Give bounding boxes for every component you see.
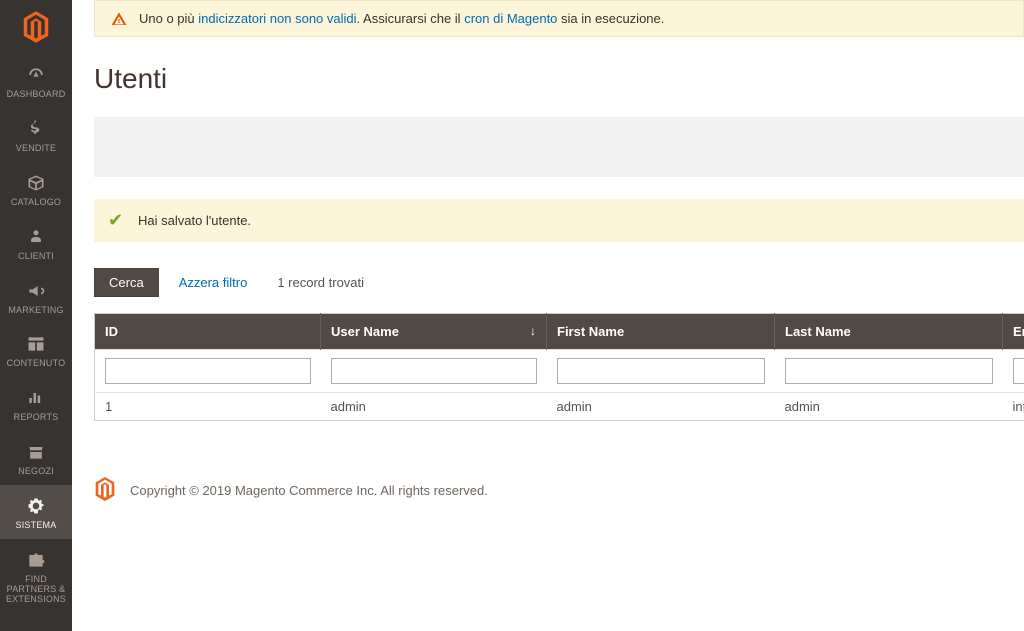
filter-firstname-input[interactable] xyxy=(557,358,765,384)
nav-label: FIND PARTNERS & EXTENSIONS xyxy=(2,575,70,605)
check-icon: ✔ xyxy=(108,211,123,229)
sort-desc-icon: ↓ xyxy=(530,324,536,338)
col-lastname[interactable]: Last Name xyxy=(775,314,1003,350)
nav-catalog[interactable]: CATALOGO xyxy=(0,162,72,216)
nav-label: CLIENTI xyxy=(18,252,54,262)
nav-reports[interactable]: REPORTS xyxy=(0,377,72,431)
col-label: User Name xyxy=(331,324,399,339)
alert-link-indexers[interactable]: indicizzatori non sono validi xyxy=(198,11,356,26)
grid-controls: Cerca Azzera filtro 1 record trovati xyxy=(94,268,1024,297)
alert-text: Uno o più xyxy=(139,11,198,26)
nav-label: VENDITE xyxy=(16,144,56,154)
alert-text: sia in esecuzione. xyxy=(557,11,664,26)
magento-footer-logo-icon xyxy=(94,477,116,504)
nav-label: MARKETING xyxy=(8,306,63,316)
nav-stores[interactable]: NEGOZI xyxy=(0,431,72,485)
alert-text: . Assicurarsi che il xyxy=(357,11,465,26)
nav-customers[interactable]: CLIENTI xyxy=(0,216,72,270)
record-count: 1 record trovati xyxy=(277,275,364,290)
search-button[interactable]: Cerca xyxy=(94,268,159,297)
nav-content[interactable]: CONTENUTO xyxy=(0,323,72,377)
magento-logo[interactable] xyxy=(0,0,72,54)
success-text: Hai salvato l'utente. xyxy=(138,213,251,228)
page-title: Utenti xyxy=(94,63,1024,95)
nav-sales[interactable]: VENDITE xyxy=(0,108,72,162)
copyright-text: Copyright © 2019 Magento Commerce Inc. A… xyxy=(130,483,488,498)
gauge-icon xyxy=(25,64,47,86)
nav-label: NEGOZI xyxy=(18,467,54,477)
sidebar: DASHBOARD VENDITE CATALOGO CLIENTI MARKE… xyxy=(0,0,72,631)
col-label: First Name xyxy=(557,324,624,339)
puzzle-icon xyxy=(25,549,47,571)
col-firstname[interactable]: First Name xyxy=(547,314,775,350)
nav-label: DASHBOARD xyxy=(7,90,66,100)
alert-link-cron[interactable]: cron di Magento xyxy=(464,11,557,26)
toolbar-area xyxy=(94,117,1024,177)
warning-icon xyxy=(111,11,127,27)
cell-firstname: admin xyxy=(547,393,775,421)
nav-marketing[interactable]: MARKETING xyxy=(0,270,72,324)
cell-email: inf xyxy=(1003,393,1024,421)
reset-filter-link[interactable]: Azzera filtro xyxy=(179,275,248,290)
table-row[interactable]: 1 admin admin admin inf xyxy=(95,393,1024,421)
col-label: Em xyxy=(1013,324,1024,339)
nav-label: CATALOGO xyxy=(11,198,61,208)
grid-header-row: ID User Name ↓ First Name Last Name Em xyxy=(95,314,1024,350)
nav-label: REPORTS xyxy=(14,413,59,423)
layout-icon xyxy=(25,333,47,355)
main-content: Uno o più indicizzatori non sono validi.… xyxy=(72,0,1024,631)
magento-logo-icon xyxy=(22,11,50,43)
users-grid: ID User Name ↓ First Name Last Name Em 1 … xyxy=(94,313,1024,421)
success-message: ✔ Hai salvato l'utente. xyxy=(94,199,1024,242)
filter-id-input[interactable] xyxy=(105,358,311,384)
filter-row xyxy=(95,350,1024,393)
filter-username-input[interactable] xyxy=(331,358,537,384)
nav-partners[interactable]: FIND PARTNERS & EXTENSIONS xyxy=(0,539,72,613)
col-email[interactable]: Em xyxy=(1003,314,1024,350)
nav-label: CONTENUTO xyxy=(7,359,66,369)
gear-icon xyxy=(25,495,47,517)
nav-system[interactable]: SISTEMA xyxy=(0,485,72,539)
col-username[interactable]: User Name ↓ xyxy=(321,314,547,350)
col-label: ID xyxy=(105,324,118,339)
cell-id: 1 xyxy=(95,393,321,421)
person-icon xyxy=(25,226,47,248)
filter-lastname-input[interactable] xyxy=(785,358,993,384)
dollar-icon xyxy=(25,118,47,140)
store-icon xyxy=(25,441,47,463)
col-label: Last Name xyxy=(785,324,851,339)
cell-username: admin xyxy=(321,393,547,421)
bars-icon xyxy=(25,387,47,409)
box-icon xyxy=(25,172,47,194)
system-message-warning: Uno o più indicizzatori non sono validi.… xyxy=(94,0,1024,37)
cell-lastname: admin xyxy=(775,393,1003,421)
page-footer: Copyright © 2019 Magento Commerce Inc. A… xyxy=(94,477,1024,504)
nav-dashboard[interactable]: DASHBOARD xyxy=(0,54,72,108)
megaphone-icon xyxy=(25,280,47,302)
filter-email-input[interactable] xyxy=(1013,358,1024,384)
nav-label: SISTEMA xyxy=(16,521,57,531)
col-id[interactable]: ID xyxy=(95,314,321,350)
